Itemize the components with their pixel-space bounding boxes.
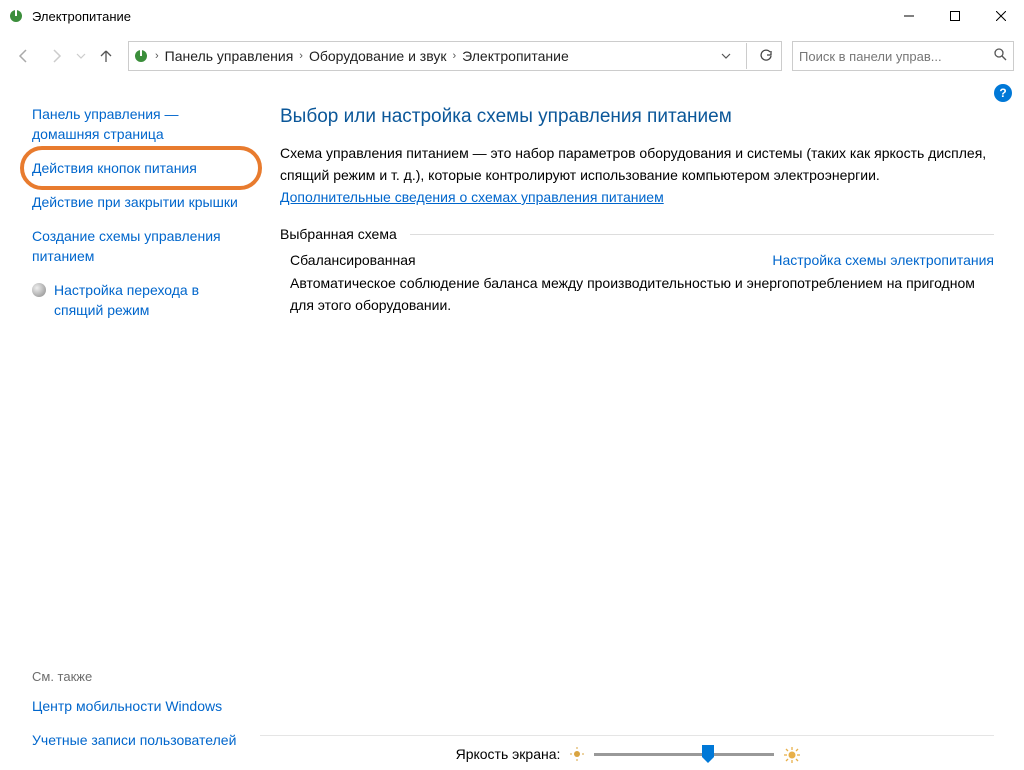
forward-button[interactable] bbox=[42, 42, 70, 70]
sidebar-link-lid-close[interactable]: Действие при закрытии крышки bbox=[32, 192, 247, 212]
sidebar-home-link[interactable]: Панель управления — домашняя страница bbox=[32, 104, 247, 144]
plan-description: Автоматическое соблюдение баланса между … bbox=[280, 272, 994, 316]
address-icon bbox=[133, 48, 149, 64]
refresh-button[interactable] bbox=[753, 43, 779, 69]
sun-dim-icon bbox=[570, 747, 584, 761]
more-info-link[interactable]: Дополнительные сведения о схемах управле… bbox=[280, 189, 664, 205]
help-icon[interactable]: ? bbox=[994, 84, 1012, 102]
window-title: Электропитание bbox=[32, 9, 886, 24]
sidebar-link-sleep[interactable]: Настройка перехода в спящий режим bbox=[32, 280, 247, 320]
description-text: Схема управления питанием — это набор па… bbox=[280, 145, 986, 183]
app-icon bbox=[8, 8, 24, 24]
minimize-button[interactable] bbox=[886, 0, 932, 32]
sun-bright-icon bbox=[784, 747, 798, 761]
address-dropdown[interactable] bbox=[716, 48, 736, 64]
chevron-right-icon[interactable]: › bbox=[299, 50, 303, 62]
plan-settings-link[interactable]: Настройка схемы электропитания bbox=[772, 252, 994, 268]
address-bar[interactable]: › Панель управления › Оборудование и зву… bbox=[128, 41, 782, 71]
sidebar-link-create-plan[interactable]: Создание схемы управления питанием bbox=[32, 226, 247, 266]
brightness-slider[interactable] bbox=[594, 753, 774, 756]
window-controls bbox=[886, 0, 1024, 32]
titlebar: Электропитание bbox=[0, 0, 1024, 32]
up-button[interactable] bbox=[92, 42, 120, 70]
sidebar-link-label: Действия кнопок питания bbox=[32, 160, 197, 176]
selected-plan-heading: Выбранная схема bbox=[280, 226, 994, 242]
maximize-button[interactable] bbox=[932, 0, 978, 32]
plan-name: Сбалансированная bbox=[290, 252, 416, 268]
nav-row: › Панель управления › Оборудование и зву… bbox=[0, 38, 1024, 74]
search-input[interactable]: Поиск в панели управ... bbox=[792, 41, 1014, 71]
sidebar: Панель управления — домашняя страница Де… bbox=[0, 84, 260, 770]
search-icon bbox=[993, 47, 1007, 64]
breadcrumb-item[interactable]: Электропитание bbox=[462, 48, 569, 64]
separator bbox=[260, 735, 994, 736]
brightness-label: Яркость экрана: bbox=[456, 746, 561, 762]
recent-dropdown[interactable] bbox=[74, 42, 88, 70]
page-description: Схема управления питанием — это набор па… bbox=[280, 142, 994, 208]
brightness-bar: Яркость экрана: bbox=[260, 746, 994, 762]
sidebar-link-label: Настройка перехода в спящий режим bbox=[54, 280, 247, 320]
close-button[interactable] bbox=[978, 0, 1024, 32]
sidebar-link-power-buttons[interactable]: Действия кнопок питания bbox=[32, 158, 247, 178]
see-also-heading: См. также bbox=[32, 669, 236, 684]
search-placeholder: Поиск в панели управ... bbox=[799, 49, 942, 64]
shield-icon bbox=[32, 283, 46, 297]
breadcrumb-item[interactable]: Панель управления bbox=[165, 48, 294, 64]
chevron-right-icon[interactable]: › bbox=[155, 50, 159, 62]
main-panel: ? Выбор или настройка схемы управления п… bbox=[260, 84, 1024, 770]
back-button[interactable] bbox=[10, 42, 38, 70]
see-also-user-accounts[interactable]: Учетные записи пользователей bbox=[32, 730, 236, 750]
breadcrumb-item[interactable]: Оборудование и звук bbox=[309, 48, 447, 64]
page-title: Выбор или настройка схемы управления пит… bbox=[280, 106, 994, 128]
slider-thumb[interactable] bbox=[702, 745, 714, 763]
see-also-mobility-center[interactable]: Центр мобильности Windows bbox=[32, 696, 236, 716]
chevron-right-icon[interactable]: › bbox=[452, 50, 456, 62]
